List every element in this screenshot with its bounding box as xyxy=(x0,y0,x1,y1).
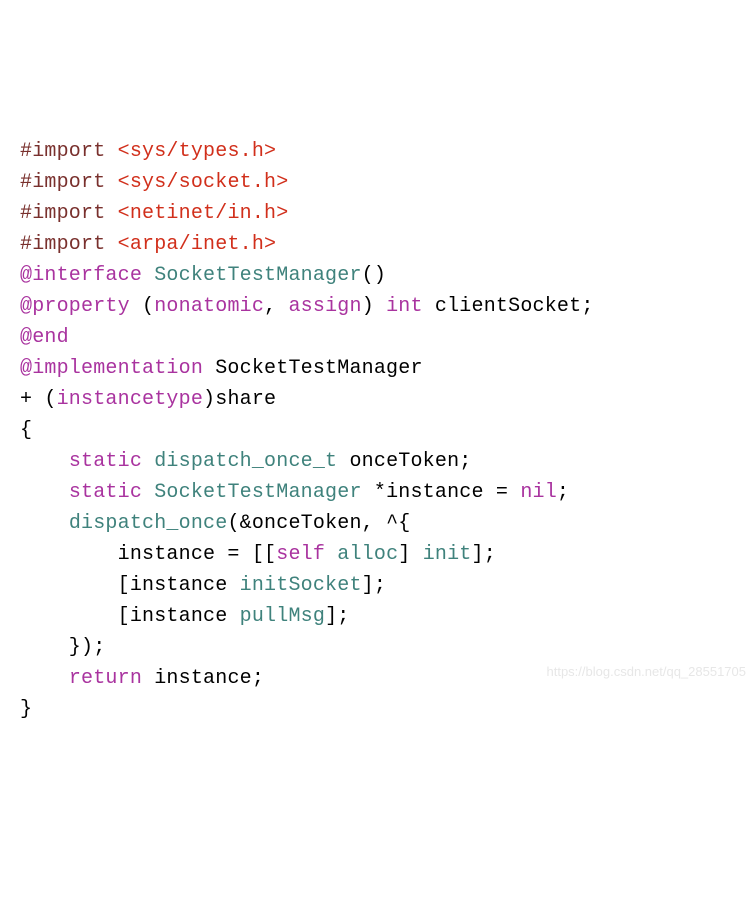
code-token: <sys/types.h> xyxy=(118,140,277,163)
watermark-text: https://blog.csdn.net/qq_28551705 xyxy=(547,662,747,682)
code-token xyxy=(20,667,69,690)
code-token: SocketTestManager xyxy=(154,481,361,504)
code-line: @end xyxy=(20,322,736,353)
code-line: instance = [[self alloc] init]; xyxy=(20,539,736,570)
code-token: }); xyxy=(20,636,105,659)
code-line: static SocketTestManager *instance = nil… xyxy=(20,477,736,508)
code-token: clientSocket; xyxy=(423,295,594,318)
code-token: #import xyxy=(20,140,105,163)
code-line: [instance pullMsg]; xyxy=(20,601,736,632)
code-token: ]; xyxy=(472,543,496,566)
code-token: initSocket xyxy=(240,574,362,597)
code-token: )share xyxy=(203,388,276,411)
code-token: [instance xyxy=(20,605,240,628)
code-token: alloc xyxy=(337,543,398,566)
code-token: nil xyxy=(520,481,557,504)
code-token: @implementation xyxy=(20,357,203,380)
code-token: ] xyxy=(398,543,422,566)
code-token: #import xyxy=(20,202,105,225)
code-line: #import <netinet/in.h> xyxy=(20,198,736,229)
code-token: <sys/socket.h> xyxy=(118,171,289,194)
code-token: <netinet/in.h> xyxy=(118,202,289,225)
code-token: @property xyxy=(20,295,130,318)
code-line: } xyxy=(20,694,736,725)
code-token: instance; xyxy=(142,667,264,690)
code-token: static xyxy=(69,481,142,504)
code-token: #import xyxy=(20,171,105,194)
code-token xyxy=(105,171,117,194)
code-token: @interface xyxy=(20,264,142,287)
code-token xyxy=(142,264,154,287)
code-token: SocketTestManager xyxy=(203,357,423,380)
code-token: nonatomic xyxy=(154,295,264,318)
code-line: #import <sys/types.h> xyxy=(20,136,736,167)
code-line: static dispatch_once_t onceToken; xyxy=(20,446,736,477)
code-line: #import <arpa/inet.h> xyxy=(20,229,736,260)
code-token xyxy=(20,512,69,535)
code-token xyxy=(20,481,69,504)
code-token xyxy=(142,481,154,504)
code-token: #import xyxy=(20,233,105,256)
code-line: @implementation SocketTestManager xyxy=(20,353,736,384)
code-token: dispatch_once xyxy=(69,512,228,535)
code-token: pullMsg xyxy=(240,605,325,628)
code-token: dispatch_once_t xyxy=(154,450,337,473)
code-token: ) xyxy=(362,295,386,318)
code-token: @end xyxy=(20,326,69,349)
code-token xyxy=(105,140,117,163)
code-token xyxy=(142,450,154,473)
code-token: SocketTestManager xyxy=(154,264,361,287)
code-token: ; xyxy=(557,481,569,504)
code-line: #import <sys/socket.h> xyxy=(20,167,736,198)
code-token: assign xyxy=(288,295,361,318)
code-token: } xyxy=(20,698,32,721)
code-token: int xyxy=(386,295,423,318)
code-token: { xyxy=(20,419,32,442)
code-token: [instance xyxy=(20,574,240,597)
code-line: dispatch_once(&onceToken, ^{ xyxy=(20,508,736,539)
code-token: onceToken; xyxy=(337,450,471,473)
code-token: return xyxy=(69,667,142,690)
code-token: instance = [[ xyxy=(20,543,276,566)
code-token: ]; xyxy=(325,605,349,628)
code-token: ]; xyxy=(362,574,386,597)
code-token xyxy=(325,543,337,566)
code-line: { xyxy=(20,415,736,446)
code-line: + (instancetype)share xyxy=(20,384,736,415)
code-line: @interface SocketTestManager() xyxy=(20,260,736,291)
code-token: ( xyxy=(130,295,154,318)
code-token xyxy=(20,450,69,473)
code-line: }); xyxy=(20,632,736,663)
code-token: static xyxy=(69,450,142,473)
code-token: (&onceToken, ^{ xyxy=(227,512,410,535)
code-token: self xyxy=(276,543,325,566)
code-token xyxy=(105,202,117,225)
code-token: *instance = xyxy=(362,481,521,504)
code-token: init xyxy=(423,543,472,566)
code-token: , xyxy=(264,295,288,318)
code-token: () xyxy=(362,264,386,287)
code-token xyxy=(105,233,117,256)
code-line: [instance initSocket]; xyxy=(20,570,736,601)
code-line: @property (nonatomic, assign) int client… xyxy=(20,291,736,322)
code-token: + ( xyxy=(20,388,57,411)
code-token: instancetype xyxy=(57,388,203,411)
code-token: <arpa/inet.h> xyxy=(118,233,277,256)
code-block: #import <sys/types.h>#import <sys/socket… xyxy=(20,136,736,725)
